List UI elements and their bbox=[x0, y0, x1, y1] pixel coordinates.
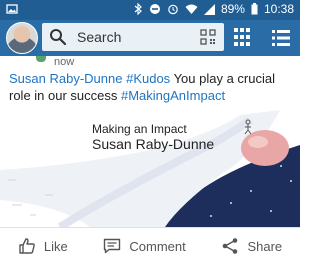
author-mention-link[interactable]: Susan Raby-Dunne bbox=[9, 71, 122, 86]
share-icon bbox=[223, 238, 238, 254]
card-title: Making an Impact bbox=[92, 122, 187, 136]
comment-button[interactable]: Comment bbox=[103, 237, 186, 255]
apps-grid-icon[interactable] bbox=[234, 28, 250, 46]
do-not-disturb-icon bbox=[149, 3, 161, 15]
post-time: now bbox=[54, 56, 75, 68]
hashtag-kudos-link[interactable]: #Kudos bbox=[126, 71, 170, 86]
like-button[interactable]: Like bbox=[18, 237, 68, 255]
clock-time: 10:38 bbox=[263, 2, 294, 16]
post-header: now bbox=[0, 56, 300, 70]
search-input[interactable] bbox=[75, 28, 199, 46]
profile-avatar[interactable] bbox=[6, 22, 38, 54]
app-bar bbox=[0, 20, 300, 56]
wifi-icon bbox=[185, 4, 198, 15]
status-bar: 89% 10:38 bbox=[0, 0, 300, 20]
battery-icon bbox=[251, 3, 258, 15]
image-notification-icon bbox=[6, 3, 18, 18]
comment-label: Comment bbox=[129, 238, 186, 254]
kudos-card-image[interactable]: Making an Impact Susan Raby-Dunne bbox=[0, 110, 300, 227]
bluetooth-icon bbox=[133, 3, 143, 15]
alarm-icon bbox=[167, 3, 179, 15]
status-icons: 89% 10:38 bbox=[133, 2, 294, 16]
post-text: Susan Raby-Dunne #Kudos You play a cruci… bbox=[9, 70, 294, 104]
comment-icon bbox=[104, 238, 121, 254]
qr-code-icon[interactable] bbox=[200, 29, 216, 45]
search-bar[interactable] bbox=[42, 23, 224, 51]
thumbs-up-icon bbox=[19, 238, 35, 254]
share-label: Share bbox=[247, 238, 283, 254]
post-actions-bar: Like Comment Share bbox=[0, 227, 300, 264]
share-button[interactable]: Share bbox=[221, 237, 282, 255]
list-menu-icon[interactable] bbox=[272, 30, 290, 46]
signal-icon bbox=[203, 3, 215, 15]
search-icon bbox=[50, 29, 67, 46]
online-status-badge bbox=[36, 56, 46, 62]
battery-percent: 89% bbox=[220, 2, 245, 16]
card-recipient-name: Susan Raby-Dunne bbox=[92, 136, 215, 152]
like-label: Like bbox=[43, 238, 68, 254]
hashtag-impact-link[interactable]: #MakingAnImpact bbox=[121, 88, 225, 103]
